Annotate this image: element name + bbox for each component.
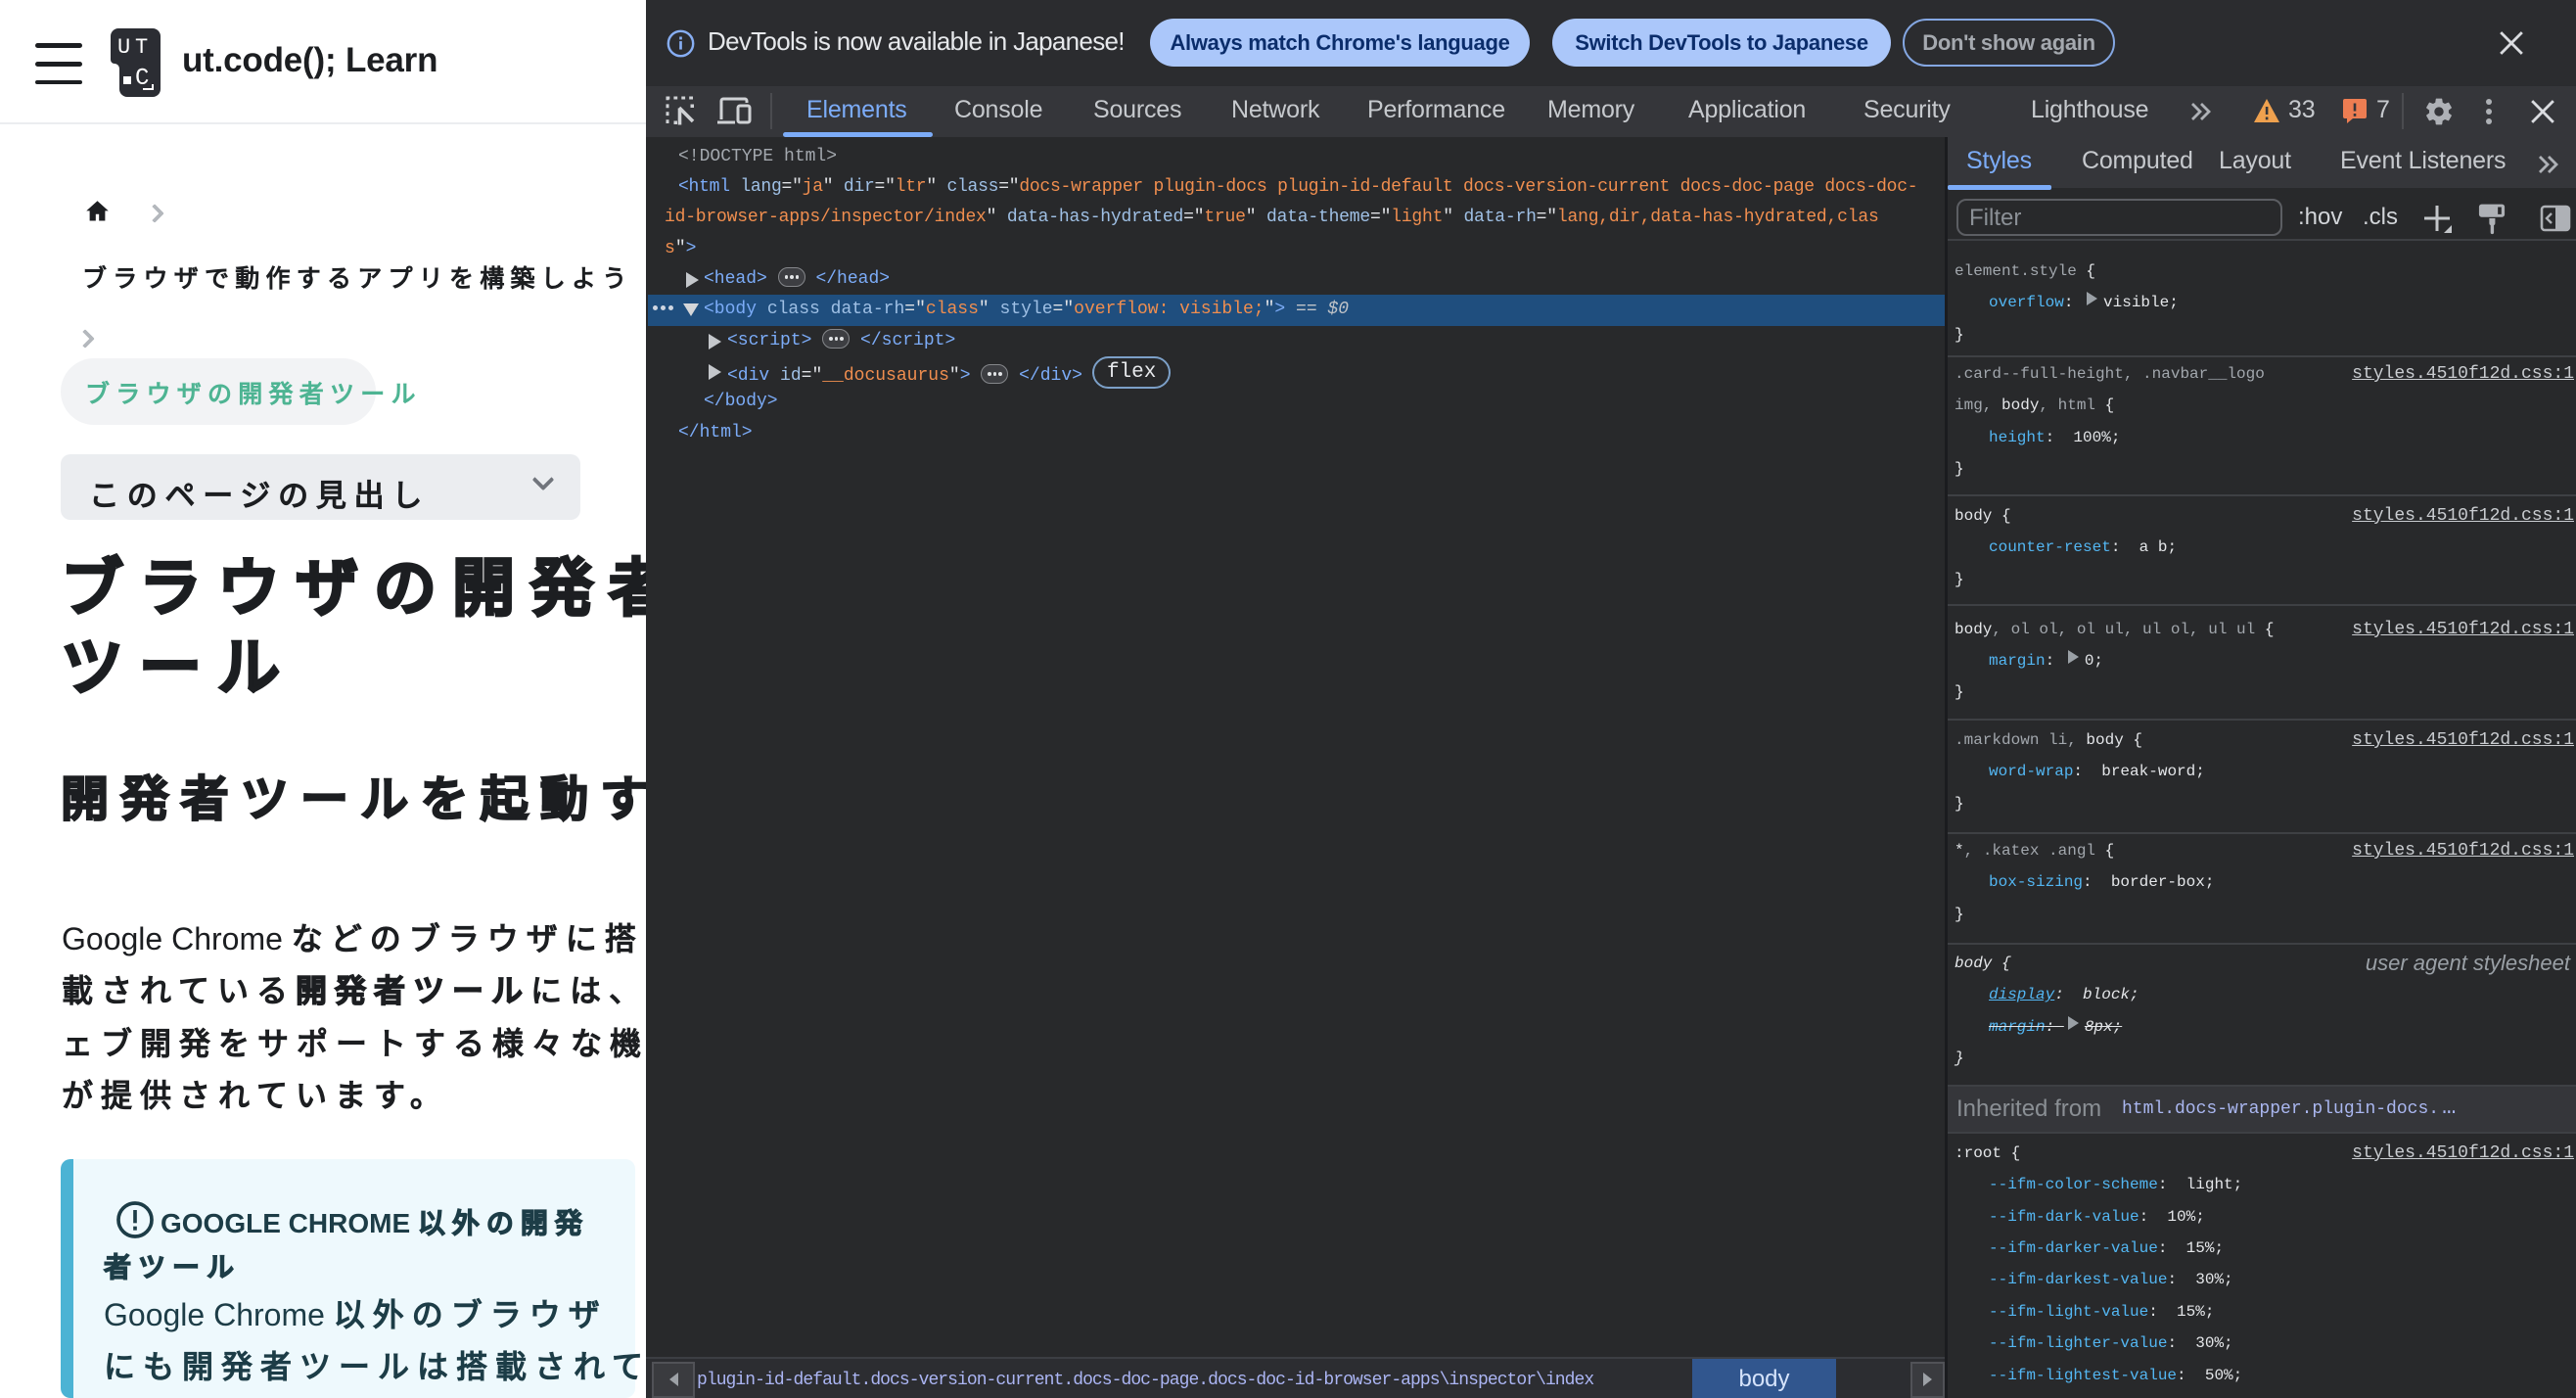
svg-text:U: U	[117, 35, 130, 60]
svg-text:C: C	[135, 66, 149, 92]
svg-text:T: T	[135, 35, 148, 60]
